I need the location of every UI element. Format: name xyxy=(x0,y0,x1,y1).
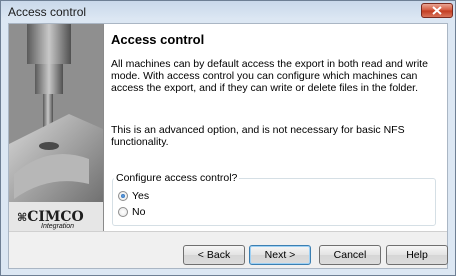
cimco-logo-subtitle: Integration xyxy=(41,223,75,230)
cancel-button[interactable]: Cancel xyxy=(319,245,381,265)
access-control-group xyxy=(112,178,436,226)
radio-option-yes[interactable]: Yes xyxy=(118,190,149,202)
advanced-note-text: This is an advanced option, and is not n… xyxy=(111,124,405,148)
machining-illustration xyxy=(9,24,103,231)
content-panel: Access control All machines can by defau… xyxy=(104,24,447,231)
group-label: Configure access control? xyxy=(114,172,240,184)
page-title: Access control xyxy=(111,32,205,47)
radio-label-no: No xyxy=(132,206,146,218)
back-button[interactable]: < Back xyxy=(183,245,245,265)
dialog-client: ⌘CIMCO Integration Access control All ma… xyxy=(8,23,448,269)
footer-divider xyxy=(9,231,447,232)
close-icon xyxy=(432,6,442,15)
next-button[interactable]: Next > xyxy=(249,245,311,265)
dialog-window: Access control ⌘CIMCO Integration Access… xyxy=(0,0,456,276)
description-text: All machines can by default access the e… xyxy=(111,58,428,94)
close-button[interactable] xyxy=(421,3,453,18)
radio-label-yes: Yes xyxy=(132,190,150,202)
radio-button-yes[interactable] xyxy=(118,191,128,201)
window-title: Access control xyxy=(8,5,87,19)
title-bar[interactable]: Access control xyxy=(1,1,455,21)
radio-option-no[interactable]: No xyxy=(118,206,145,218)
help-button[interactable]: Help xyxy=(386,245,448,265)
side-banner-image: ⌘CIMCO Integration xyxy=(9,24,104,231)
radio-button-no[interactable] xyxy=(118,207,128,217)
